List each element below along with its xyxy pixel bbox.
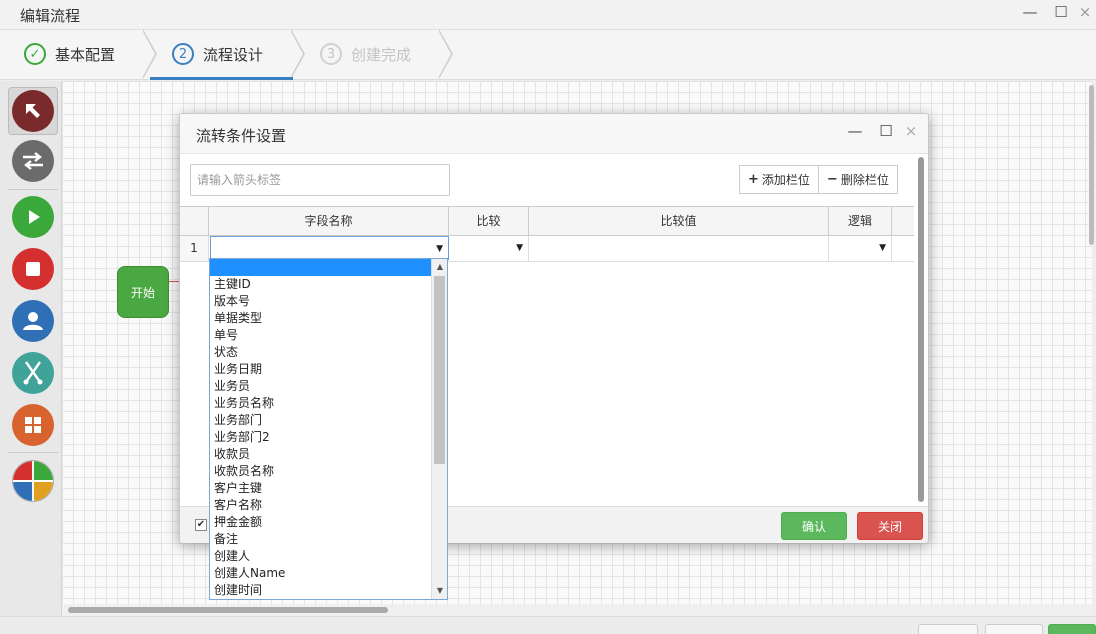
- add-column-button[interactable]: + 添加栏位: [739, 165, 819, 194]
- dialog-minimize-button[interactable]: —: [845, 122, 865, 140]
- remove-column-label: 删除栏位: [840, 173, 889, 187]
- dropdown-option[interactable]: 业务员: [210, 378, 447, 395]
- step-number-icon: 3: [320, 43, 342, 65]
- end-icon[interactable]: [12, 248, 54, 290]
- dropdown-option[interactable]: 业务部门: [210, 412, 447, 429]
- column-button-group: + 添加栏位 − 删除栏位: [739, 165, 898, 194]
- bottom-button[interactable]: [918, 624, 978, 634]
- step-label: 基本配置: [55, 45, 116, 64]
- step-basic-config[interactable]: ✓ 基本配置: [24, 30, 115, 78]
- dialog-title: 流转条件设置: [196, 127, 287, 145]
- dropdown-option[interactable]: 业务日期: [210, 361, 447, 378]
- minus-icon: −: [826, 172, 838, 187]
- scroll-down-icon[interactable]: ▼: [432, 584, 447, 598]
- dropdown-option[interactable]: 状态: [210, 344, 447, 361]
- dropdown-option[interactable]: 单据类型: [210, 310, 447, 327]
- chevron-down-icon: ▼: [516, 243, 523, 253]
- column-header-value[interactable]: 比较值: [529, 207, 829, 235]
- window-header: 编辑流程 — ☐ ×: [0, 0, 1096, 30]
- subprocess-icon[interactable]: [12, 404, 54, 446]
- plus-icon: +: [748, 172, 759, 187]
- column-header-logic[interactable]: 逻辑: [829, 207, 892, 235]
- compare-value-input[interactable]: [529, 236, 829, 261]
- dropdown-option[interactable]: 业务部门2: [210, 429, 447, 446]
- dialog-maximize-button[interactable]: ☐: [876, 122, 896, 140]
- dropdown-option[interactable]: 版本号: [210, 293, 447, 310]
- fork-icon[interactable]: [12, 352, 54, 394]
- dropdown-option[interactable]: 创建人: [210, 548, 447, 565]
- pointer-icon[interactable]: [12, 90, 54, 132]
- scroll-up-icon[interactable]: ▲: [432, 260, 447, 274]
- confirm-button[interactable]: 确认: [781, 512, 847, 540]
- window-close-button[interactable]: ×: [1074, 3, 1096, 21]
- field-name-select[interactable]: ▼: [210, 236, 449, 260]
- option-checkbox[interactable]: ✔: [195, 519, 207, 531]
- window-maximize-button[interactable]: ☐: [1050, 3, 1072, 21]
- user-task-icon[interactable]: [12, 300, 54, 342]
- bottom-button[interactable]: [985, 624, 1043, 634]
- grid-header: 字段名称 比较 比较值 逻辑: [180, 207, 914, 236]
- dropdown-option[interactable]: 收款员: [210, 446, 447, 463]
- gateway-icon[interactable]: [12, 460, 54, 502]
- dropdown-option[interactable]: 客户主键: [210, 480, 447, 497]
- dropdown-option[interactable]: 押金金额: [210, 514, 447, 531]
- window-minimize-button[interactable]: —: [1019, 3, 1041, 21]
- dropdown-option[interactable]: 业务员名称: [210, 395, 447, 412]
- column-header-field[interactable]: 字段名称: [209, 207, 449, 235]
- row-number-header: [180, 207, 209, 235]
- tool-palette: [0, 81, 62, 616]
- field-dropdown-list[interactable]: 主键ID 版本号 单据类型 单号 状态 业务日期 业务员 业务员名称 业务部门 业务部门2 收款员收…: [209, 258, 448, 600]
- dropdown-option[interactable]: 备注: [210, 531, 447, 548]
- step-label: 流程设计: [203, 45, 264, 64]
- dropdown-option[interactable]: 主键ID: [210, 276, 447, 293]
- chevron-down-icon: ▼: [879, 243, 886, 253]
- transition-icon[interactable]: [12, 140, 54, 182]
- dropdown-option[interactable]: 创建时间: [210, 582, 447, 599]
- remove-column-button[interactable]: − 删除栏位: [818, 165, 898, 194]
- dropdown-scrollbar[interactable]: ▲ ▼: [431, 259, 447, 599]
- canvas-horizontal-scrollbar[interactable]: [62, 604, 1092, 616]
- step-create-done[interactable]: 3 创建完成: [320, 30, 411, 78]
- compare-select[interactable]: ▼: [449, 236, 529, 261]
- active-step-indicator: [150, 77, 293, 80]
- logic-select[interactable]: ▼: [829, 236, 892, 261]
- column-header-compare[interactable]: 比较: [449, 207, 529, 235]
- bottom-button[interactable]: [1048, 624, 1096, 634]
- start-node[interactable]: 开始: [117, 266, 169, 318]
- add-column-label: 添加栏位: [761, 173, 810, 187]
- step-flow-design[interactable]: 2 流程设计: [172, 30, 263, 78]
- window-title: 编辑流程: [20, 7, 81, 25]
- dialog-header: 流转条件设置 — ☐ ×: [180, 114, 928, 154]
- arrow-label-input[interactable]: 请输入箭头标签: [190, 164, 450, 196]
- dropdown-option[interactable]: [210, 259, 447, 276]
- step-label: 创建完成: [351, 45, 412, 64]
- row-number: 1: [180, 236, 209, 261]
- wizard-steps: ✓ 基本配置 2 流程设计 3 创建完成: [0, 29, 1096, 80]
- step-number-icon: 2: [172, 43, 194, 65]
- dropdown-option[interactable]: 客户名称: [210, 497, 447, 514]
- cancel-button[interactable]: 关闭: [857, 512, 923, 540]
- dropdown-option[interactable]: 收款员名称: [210, 463, 447, 480]
- dropdown-option[interactable]: 单号: [210, 327, 447, 344]
- dialog-scrollbar[interactable]: [916, 157, 926, 502]
- start-icon[interactable]: [12, 196, 54, 238]
- check-icon: ✓: [24, 43, 46, 65]
- dropdown-option[interactable]: 创建人Name: [210, 565, 447, 582]
- dialog-close-button[interactable]: ×: [901, 122, 921, 140]
- canvas-vertical-scrollbar[interactable]: [1086, 85, 1096, 245]
